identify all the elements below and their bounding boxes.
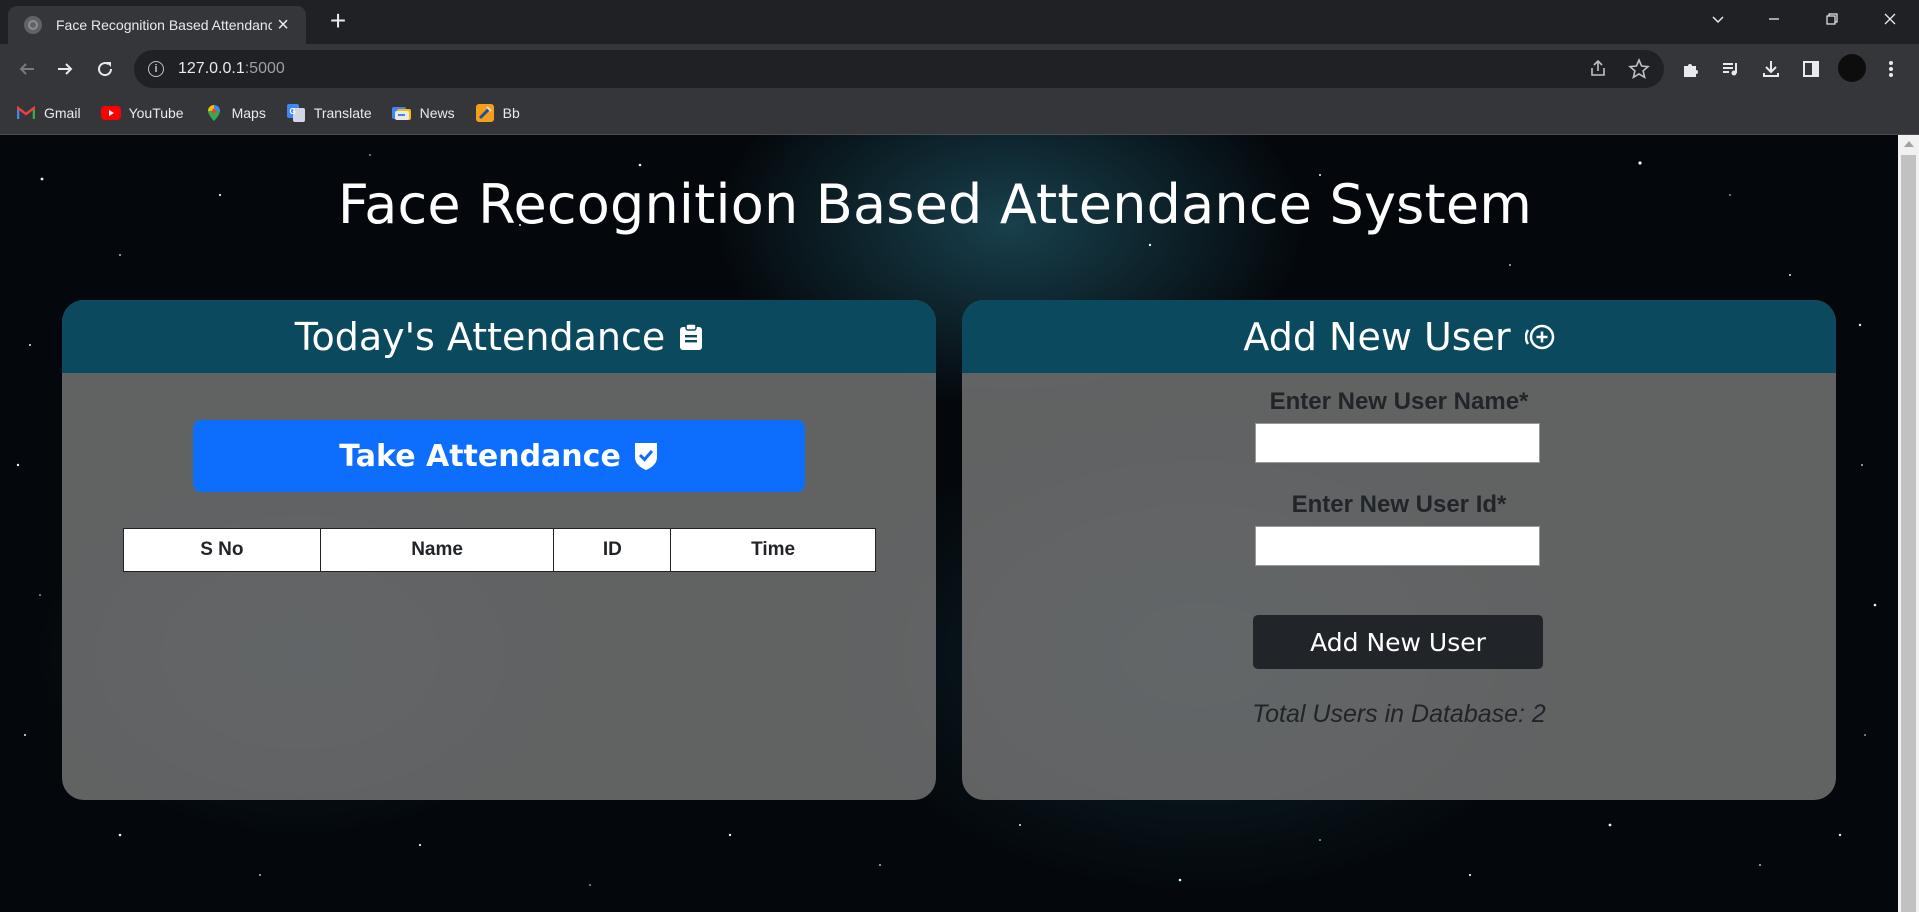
column-header-id: ID (553, 528, 672, 572)
kebab-menu-icon (1889, 61, 1893, 77)
restore-button[interactable] (1804, 0, 1860, 38)
browser-tab-strip: Face Recognition Based Attendance System… (0, 0, 1919, 44)
shield-check-icon (633, 441, 659, 471)
add-new-user-button[interactable]: Add New User (1253, 615, 1543, 669)
media-button[interactable] (1714, 52, 1748, 86)
bb-icon (475, 103, 495, 123)
profile-avatar[interactable] (1838, 54, 1866, 82)
share-icon[interactable] (1588, 59, 1608, 84)
clipboard-icon (679, 322, 703, 351)
attendance-header-text: Today's Attendance (294, 314, 666, 359)
url-text: 127.0.0.1:5000 (178, 60, 285, 77)
download-icon (1763, 61, 1779, 77)
scroll-up-arrow-icon[interactable] (1904, 141, 1914, 147)
user-name-label: Enter New User Name* (1269, 388, 1529, 415)
bookmark-gmail[interactable]: Gmail (16, 103, 81, 123)
restore-icon (1826, 13, 1838, 25)
downloads-button[interactable] (1754, 52, 1788, 86)
attendance-panel-header: Today's Attendance (62, 300, 936, 373)
youtube-icon (100, 103, 121, 123)
bookmark-translate[interactable]: G Translate (286, 103, 372, 123)
svg-text:G: G (289, 107, 295, 116)
news-icon (391, 103, 412, 123)
column-header-name: Name (319, 528, 555, 572)
page-scrollbar[interactable] (1898, 135, 1919, 912)
browser-toolbar: i 127.0.0.1:5000 (0, 44, 1919, 92)
page-title: Face Recognition Based Attendance System (337, 173, 1533, 236)
bookmark-bb[interactable]: Bb (475, 103, 520, 123)
back-button[interactable] (10, 52, 44, 86)
extensions-button[interactable] (1674, 52, 1708, 86)
user-id-label: Enter New User Id* (1291, 491, 1507, 518)
gmail-icon (16, 103, 36, 123)
bookmark-youtube[interactable]: YouTube (100, 103, 184, 123)
browser-tab[interactable]: Face Recognition Based Attendance System… (8, 6, 306, 44)
back-arrow-icon (19, 63, 34, 75)
translate-icon: G (286, 103, 306, 123)
site-info-icon[interactable]: i (148, 61, 164, 77)
attendance-panel: Today's Attendance Take Attendance S No … (62, 300, 936, 800)
maps-icon (204, 103, 224, 123)
tab-search-button[interactable] (1690, 0, 1746, 38)
bookmark-star-icon[interactable] (1628, 57, 1650, 85)
close-window-button[interactable] (1862, 0, 1918, 38)
playlist-icon (1723, 63, 1737, 76)
forward-arrow-icon (58, 63, 73, 75)
attendance-table: S No Name ID Time (123, 528, 876, 572)
chevron-down-icon (1712, 16, 1724, 24)
minimize-button[interactable] (1746, 0, 1802, 38)
scrollbar-thumb[interactable] (1901, 155, 1916, 912)
column-header-sno: S No (123, 528, 321, 572)
plus-circle-icon (1524, 322, 1555, 352)
bookmark-maps[interactable]: Maps (204, 103, 266, 123)
add-user-header-text: Add New User (1243, 314, 1511, 359)
address-bar[interactable]: i 127.0.0.1:5000 (134, 50, 1664, 88)
close-icon (1884, 13, 1896, 25)
user-id-input[interactable] (1255, 526, 1540, 566)
bookmarks-bar: Gmail YouTube Maps G Translate News Bb (0, 92, 1919, 135)
take-attendance-label: Take Attendance (339, 438, 621, 474)
reload-button[interactable] (88, 52, 122, 86)
puzzle-icon (1684, 64, 1698, 77)
close-tab-icon[interactable]: × (272, 15, 294, 35)
bookmark-news[interactable]: News (391, 103, 455, 123)
column-header-time: Time (670, 528, 876, 572)
add-user-panel: Add New User Enter New User Name* Enter … (962, 300, 1836, 800)
menu-button[interactable] (1874, 52, 1908, 86)
minimize-icon (1769, 18, 1779, 20)
forward-button[interactable] (48, 52, 82, 86)
side-panel-button[interactable] (1794, 52, 1828, 86)
user-name-input[interactable] (1255, 423, 1540, 463)
page-viewport: Face Recognition Based Attendance System… (0, 135, 1919, 912)
take-attendance-button[interactable]: Take Attendance (193, 420, 805, 492)
tab-title: Face Recognition Based Attendance System (56, 17, 273, 33)
reload-icon (98, 62, 113, 77)
side-panel-icon (1803, 61, 1819, 77)
globe-icon (24, 16, 42, 34)
total-users-text: Total Users in Database: 2 (1252, 700, 1546, 728)
new-tab-button[interactable]: + (322, 6, 354, 38)
add-user-panel-header: Add New User (962, 300, 1836, 373)
table-header-row: S No Name ID Time (123, 528, 876, 572)
